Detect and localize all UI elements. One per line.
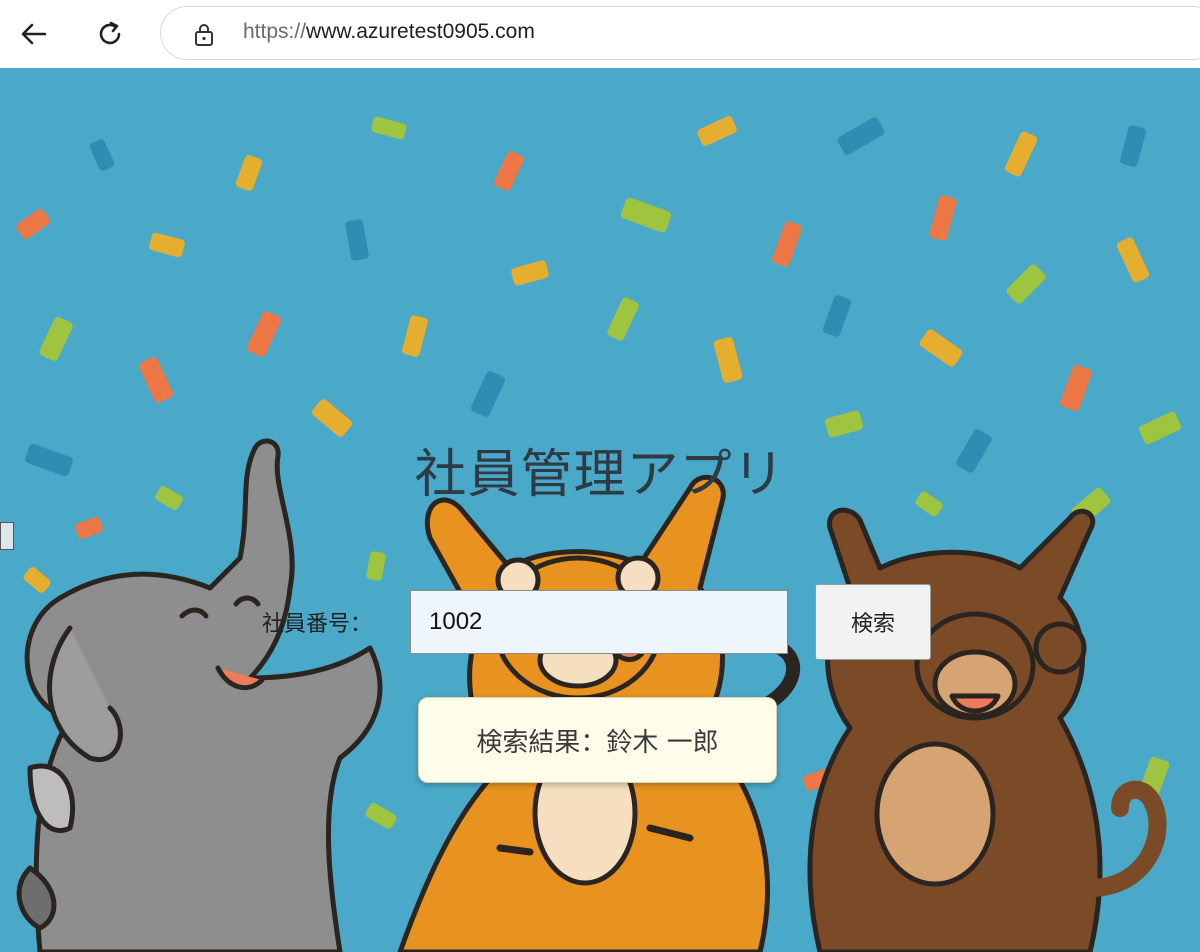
monkey-illustration xyxy=(807,507,1167,952)
lock-icon xyxy=(195,24,213,46)
url-host: www.azuretest0905.com xyxy=(306,20,535,43)
party-background-illustration xyxy=(16,116,1182,952)
elephant-illustration xyxy=(16,438,383,952)
app-page: 社員管理アプリ 社員番号： 検索 検索結果：鈴木 一郎 xyxy=(0,68,1200,952)
back-arrow-icon xyxy=(21,23,47,45)
side-panel-tab[interactable] xyxy=(0,522,14,550)
page-title: 社員管理アプリ xyxy=(414,445,786,505)
employee-number-label: 社員番号： xyxy=(262,612,373,637)
back-button[interactable] xyxy=(12,12,56,56)
browser-toolbar: https://www.azuretest0905.com xyxy=(0,0,1200,68)
reload-icon xyxy=(99,21,121,45)
address-bar[interactable]: https://www.azuretest0905.com xyxy=(160,6,1200,60)
employee-number-input[interactable] xyxy=(410,590,788,654)
search-result-text: 検索結果：鈴木 一郎 xyxy=(476,727,719,758)
url-text: https://www.azuretest0905.com xyxy=(243,20,535,44)
reload-button[interactable] xyxy=(88,12,132,56)
search-button[interactable]: 検索 xyxy=(815,584,931,660)
search-result-box: 検索結果：鈴木 一郎 xyxy=(418,697,777,783)
url-scheme: https:// xyxy=(243,20,307,43)
